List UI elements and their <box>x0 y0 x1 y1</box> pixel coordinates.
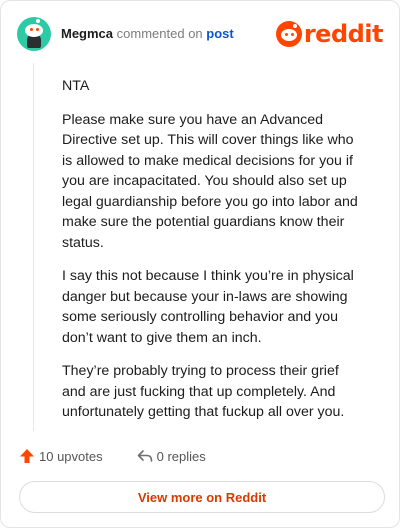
post-link[interactable]: post <box>206 26 233 41</box>
upvote-button[interactable]: 10 upvotes <box>19 448 103 464</box>
comment-paragraph: Please make sure you have an Advanced Di… <box>62 111 358 251</box>
reddit-logo[interactable]: reddit <box>275 19 384 49</box>
upvote-count: 10 upvotes <box>39 448 103 464</box>
comment-body: NTA Please make sure you have an Advance… <box>62 76 362 436</box>
comment-paragraph: NTA <box>62 78 90 94</box>
replies-count: 0 replies <box>156 448 206 464</box>
reddit-logo-text: reddit <box>303 20 384 48</box>
avatar[interactable] <box>17 17 51 51</box>
comment-card: Megmca commented on post reddit NTA Plea… <box>0 0 400 528</box>
view-more-button[interactable]: View more on Reddit <box>19 481 385 513</box>
comment-paragraph: They’re probably trying to process their… <box>62 363 345 420</box>
username[interactable]: Megmca <box>61 26 113 41</box>
comment-header: Megmca commented on post reddit <box>17 15 384 53</box>
comment-actions: 10 upvotes 0 replies <box>19 445 206 467</box>
thread-line <box>33 63 34 431</box>
comment-verb: commented on <box>116 26 203 41</box>
reddit-logo-icon <box>275 21 302 47</box>
upvote-arrow-icon <box>20 449 34 463</box>
reply-arrow-icon <box>137 450 152 462</box>
replies-button[interactable]: 0 replies <box>137 449 206 464</box>
comment-paragraph: I say this not because I think you’re in… <box>62 268 354 346</box>
comment-meta: Megmca commented on post <box>61 26 234 41</box>
